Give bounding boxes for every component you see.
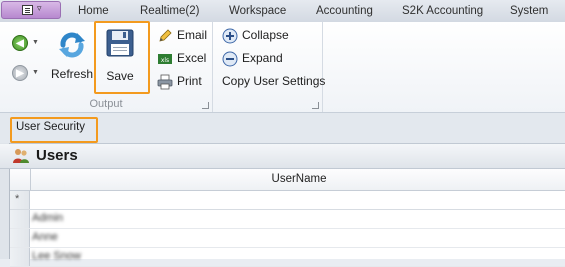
- back-dropdown-icon[interactable]: ▼: [32, 39, 39, 46]
- expand-label: Expand: [242, 51, 283, 65]
- pencil-icon: [159, 29, 172, 42]
- excel-label: Excel: [177, 51, 207, 65]
- output-group-label: Output: [89, 98, 123, 110]
- ribbon-tab-bar: ▿ Home Realtime(2) Workspace Accounting …: [0, 0, 565, 23]
- table-row[interactable]: Lee Snow: [10, 248, 565, 267]
- new-row[interactable]: *: [10, 191, 565, 210]
- tab-s2k-accounting[interactable]: S2K Accounting: [402, 5, 483, 17]
- tab-accounting[interactable]: Accounting: [316, 5, 373, 17]
- username-cell: Anne: [32, 231, 58, 243]
- forward-dropdown-icon[interactable]: ▼: [32, 69, 39, 76]
- username-cell: Lee Snow: [32, 250, 81, 262]
- view-launcher-icon[interactable]: [312, 102, 319, 109]
- application-menu-button[interactable]: ▿: [1, 1, 61, 19]
- minus-circle-icon: [222, 51, 238, 67]
- plus-circle-icon: [222, 28, 238, 44]
- output-launcher-icon[interactable]: [202, 102, 209, 109]
- collapse-button[interactable]: Collapse: [222, 25, 289, 45]
- excel-icon: xls: [158, 53, 172, 64]
- page-title: Users: [36, 147, 78, 164]
- print-button[interactable]: Print: [157, 71, 202, 91]
- tab-home[interactable]: Home: [78, 5, 109, 17]
- refresh-label: Refresh: [50, 67, 94, 81]
- collapse-label: Collapse: [242, 28, 289, 42]
- row-indicator: *: [10, 191, 30, 209]
- row-indicator: [10, 210, 30, 228]
- document-tab-strip: User Security: [0, 113, 565, 144]
- svg-text:xls: xls: [161, 57, 169, 64]
- users-panel-header: Users: [0, 144, 565, 169]
- view-group: Collapse Expand Copy User Settings: [212, 22, 325, 112]
- table-row[interactable]: Admin: [10, 210, 565, 229]
- grid-header-row: UserName: [10, 169, 565, 191]
- output-group: ◀ ▼ ▶ ▼ Refresh Save Email xls Excel Pri…: [0, 21, 213, 112]
- email-button[interactable]: Email: [157, 25, 207, 45]
- ribbon-panel: ◀ ▼ ▶ ▼ Refresh Save Email xls Excel Pri…: [0, 21, 565, 113]
- document-icon: [22, 5, 33, 15]
- tab-workspace[interactable]: Workspace: [229, 5, 286, 17]
- users-icon: [13, 149, 29, 163]
- column-header-username[interactable]: UserName: [30, 169, 565, 190]
- excel-button[interactable]: xls Excel: [157, 48, 206, 68]
- back-arrow-icon[interactable]: ◀: [12, 35, 28, 51]
- chevron-down-icon: ▿: [37, 3, 42, 13]
- print-label: Print: [177, 74, 202, 88]
- users-grid: UserName * Admin Anne Lee Snow: [9, 169, 565, 267]
- save-highlight-box: [94, 21, 150, 94]
- refresh-icon: [59, 32, 85, 58]
- row-indicator: [10, 229, 30, 247]
- username-cell: Admin: [32, 212, 64, 224]
- expand-button[interactable]: Expand: [222, 48, 283, 68]
- copy-user-settings-button[interactable]: Copy User Settings: [222, 71, 325, 91]
- forward-arrow-icon[interactable]: ▶: [12, 65, 28, 81]
- refresh-button[interactable]: Refresh: [50, 28, 94, 81]
- user-security-highlight-box: [10, 117, 98, 143]
- printer-icon: [157, 74, 173, 90]
- table-row[interactable]: Anne: [10, 229, 565, 248]
- new-row-marker: *: [15, 193, 20, 205]
- row-indicator: [10, 248, 30, 266]
- tab-realtime[interactable]: Realtime(2): [140, 5, 199, 17]
- tab-system[interactable]: System: [510, 5, 548, 17]
- email-label: Email: [177, 28, 208, 42]
